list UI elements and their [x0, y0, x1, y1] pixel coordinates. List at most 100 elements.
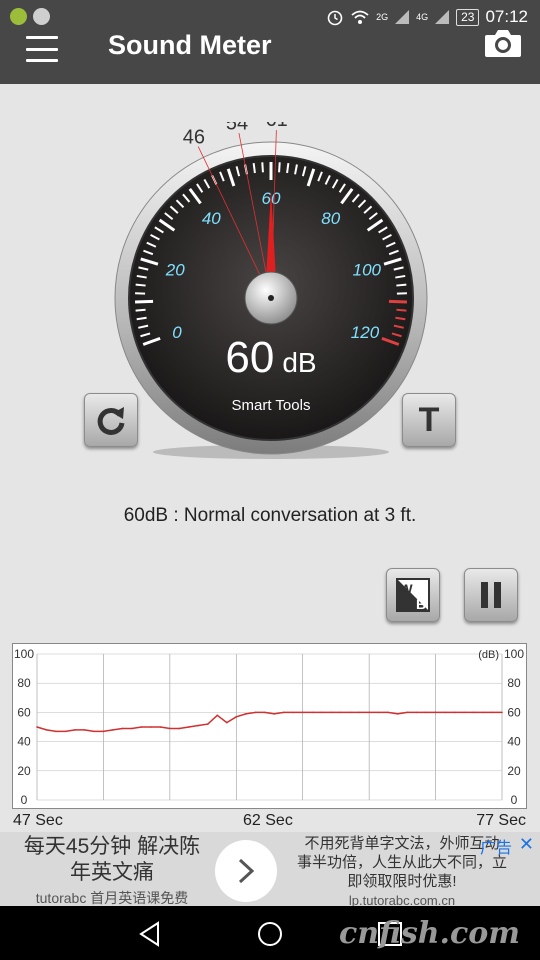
decibel-point	[64, 730, 67, 733]
navigation-bar: cnfish.com	[0, 906, 540, 960]
gauge-scale-label: 0	[172, 323, 182, 342]
decibel-point	[434, 711, 437, 714]
gauge-scale-label: 40	[202, 209, 221, 228]
decibel-point	[311, 711, 314, 714]
decibel-point	[36, 726, 38, 728]
decibel-point	[368, 711, 370, 714]
decibel-point	[254, 711, 257, 714]
signal-2g-label: 2G	[376, 12, 389, 22]
decibel-line	[36, 711, 502, 733]
decibel-point	[377, 711, 380, 714]
graph-y-label: 0	[21, 793, 28, 807]
decibel-point	[150, 726, 152, 728]
gauge-reading: 60	[225, 333, 274, 382]
watermark: cnfish.com	[338, 916, 520, 951]
ad-tag: 广告	[479, 840, 512, 857]
decibel-point	[225, 721, 228, 724]
gauge-tick	[135, 308, 146, 312]
graph-y-labels: 100 100 80 80 60 60 40 40 20 20 0 0	[14, 647, 524, 807]
decibel-point	[339, 711, 342, 714]
signal-icon	[435, 10, 450, 24]
graph-y-label: 80	[507, 676, 521, 690]
alarm-icon	[327, 10, 343, 26]
gauge-tick	[286, 162, 290, 174]
decibel-point	[415, 711, 418, 714]
status-indicators: 2G 4G 23 07:12	[326, 7, 528, 27]
decibel-point	[358, 711, 361, 714]
decibel-point	[121, 727, 124, 730]
gauge-tick	[261, 162, 264, 173]
app-title: Sound Meter	[108, 30, 272, 60]
decibel-point	[301, 711, 304, 714]
decibel-point	[216, 714, 219, 717]
gauge-tick	[278, 162, 281, 173]
graph-y-label: 20	[507, 764, 521, 778]
white-black-icon: W B	[396, 578, 430, 612]
app-bar: Sound Meter	[0, 30, 540, 84]
graph-y-label: 100	[504, 647, 524, 661]
ad-banner[interactable]: 每天45分钟 解决陈 年英文痛 tutorabc 首月英语课免费 不用死背单字文…	[0, 832, 540, 908]
gauge-brand: Smart Tools	[232, 397, 311, 414]
graph-x-label-end: 77 Sec	[476, 812, 526, 829]
graph-unit-label: (dB)	[478, 649, 499, 661]
decibel-point	[197, 724, 200, 727]
battery-icon: 23	[456, 8, 480, 26]
decibel-point	[463, 711, 465, 714]
graph-y-label: 40	[17, 735, 31, 749]
gauge-dial: 020406080100120 465461 60dB Smart Tools	[114, 109, 428, 459]
decibel-point	[112, 729, 114, 731]
pause-button[interactable]	[464, 568, 518, 622]
decibel-point	[396, 713, 399, 715]
hamburger-menu-icon[interactable]	[26, 36, 58, 62]
back-icon[interactable]	[136, 920, 164, 948]
pause-icon	[481, 582, 501, 608]
gauge-tick	[388, 299, 407, 304]
gauge-marker-label: 54	[226, 122, 248, 134]
decibel-point	[330, 711, 332, 714]
decibel-point	[349, 711, 351, 714]
decibel-point	[482, 711, 484, 714]
decibel-points	[36, 711, 503, 733]
gauge-marker-label: 46	[183, 127, 205, 149]
gauge-scale-label: 20	[165, 260, 185, 279]
app-notification-icon	[10, 8, 27, 25]
gauge-tick	[396, 283, 407, 287]
gauge-tick	[135, 299, 154, 304]
decibel-point	[244, 713, 247, 715]
decibel-point	[425, 711, 427, 714]
reset-button[interactable]	[84, 393, 138, 447]
decibel-point	[83, 729, 86, 731]
graph-y-label: 60	[507, 705, 521, 719]
reset-icon	[97, 407, 125, 435]
decibel-point	[387, 711, 389, 714]
decibel-history-graph: 100 100 80 80 60 60 40 40 20 20 0 0 (dB)	[12, 643, 527, 809]
home-icon[interactable]	[256, 920, 284, 948]
decibel-point	[406, 711, 408, 714]
gauge-marker-label: 61	[266, 122, 288, 131]
graph-x-label-start: 47 Sec	[13, 812, 63, 829]
status-time: 07:12	[485, 7, 528, 26]
decibel-point	[55, 730, 57, 733]
t-button[interactable]: T	[402, 393, 456, 447]
decibel-point	[207, 723, 209, 725]
graph-x-label-mid: 62 Sec	[243, 812, 293, 829]
decibel-point	[178, 727, 181, 730]
wb-w-label: W	[399, 581, 413, 597]
ad-open-button[interactable]	[215, 840, 277, 902]
ad-headline-2: 年英文痛	[70, 861, 154, 884]
ad-close-button[interactable]: ✕	[519, 834, 534, 855]
decibel-point	[501, 711, 503, 714]
decibel-point	[292, 711, 295, 714]
decibel-point	[491, 711, 494, 714]
decibel-point	[74, 729, 76, 731]
camera-icon[interactable]	[484, 28, 522, 58]
white-black-toggle-button[interactable]: W B	[386, 568, 440, 622]
graph-y-label: 40	[507, 735, 521, 749]
graph-grid	[36, 653, 503, 801]
gauge-tick	[396, 308, 407, 312]
gauge-scale-label: 120	[351, 323, 380, 342]
ad-subline: tutorabc 首月英语课免费	[35, 890, 189, 906]
sound-level-gauge: 020406080100120 465461 60dB Smart Tools	[114, 109, 428, 462]
graph-y-label: 60	[17, 705, 31, 719]
gauge-tick	[252, 162, 256, 174]
